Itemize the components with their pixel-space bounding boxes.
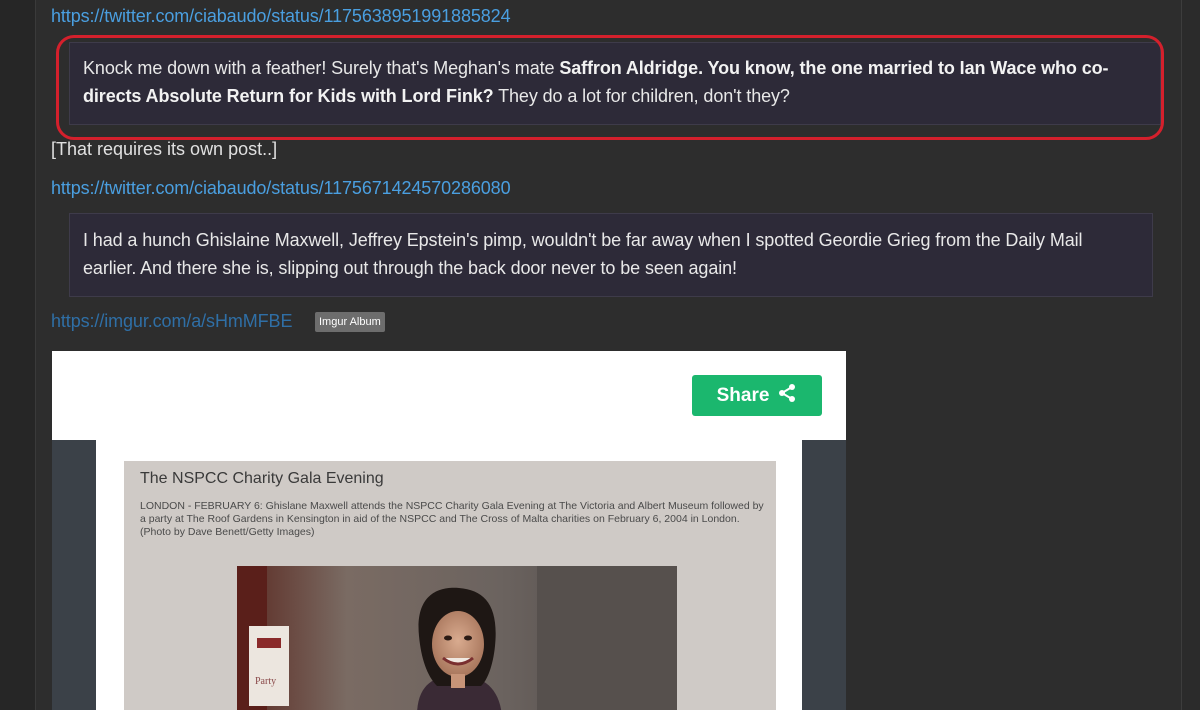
image-frame[interactable]: The NSPCC Charity Gala Evening LONDON - …: [96, 440, 802, 710]
quote-2-text: I had a hunch Ghislaine Maxwell, Jeffrey…: [83, 230, 1083, 278]
photo-caption: LONDON - FEBRUARY 6: Ghislane Maxwell at…: [140, 500, 764, 538]
imgur-link[interactable]: https://imgur.com/a/sHmMFBE: [51, 311, 292, 332]
tweet-link-2[interactable]: https://twitter.com/ciabaudo/status/1175…: [51, 178, 511, 199]
share-icon: [777, 383, 797, 409]
photo-title: The NSPCC Charity Gala Evening: [140, 470, 384, 487]
imgur-embed: Share The NSPCC Charity Gala Evening LON…: [52, 351, 846, 710]
post-note: [That requires its own post..]: [51, 139, 278, 159]
forum-post: https://twitter.com/ciabaudo/status/1175…: [36, 0, 1181, 710]
tweet-link-1[interactable]: https://twitter.com/ciabaudo/status/1175…: [51, 6, 511, 27]
share-label: Share: [716, 384, 770, 406]
share-button[interactable]: Share: [692, 375, 822, 416]
left-gutter: [0, 0, 36, 710]
photo-image: Party: [237, 566, 677, 710]
sign-text: Party: [255, 676, 276, 687]
imgur-album-badge: Imgur Album: [315, 312, 385, 332]
embed-image-area: The NSPCC Charity Gala Evening LONDON - …: [52, 440, 846, 710]
news-photo: The NSPCC Charity Gala Evening LONDON - …: [124, 461, 776, 710]
red-highlight-ring: [56, 35, 1164, 140]
tweet-quote-2: I had a hunch Ghislaine Maxwell, Jeffrey…: [69, 213, 1153, 297]
scrollbar-track[interactable]: [1181, 0, 1200, 710]
